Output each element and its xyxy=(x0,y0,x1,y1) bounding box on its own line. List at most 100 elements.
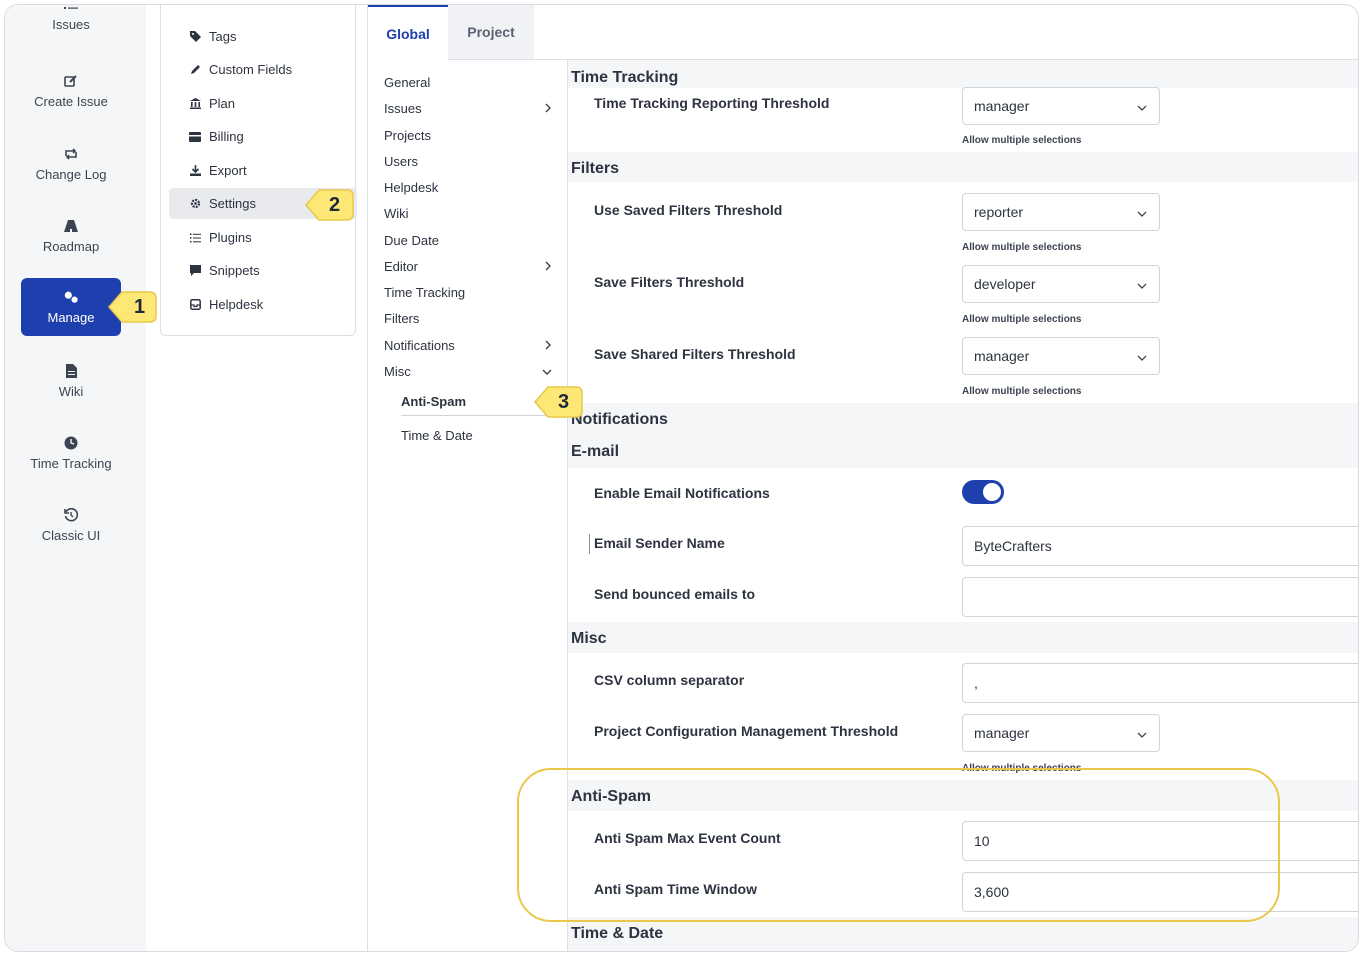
chevron-down-icon xyxy=(1137,98,1147,114)
list-icon xyxy=(189,232,201,244)
history-icon xyxy=(63,507,79,522)
settings-nav-due-date[interactable]: Due Date xyxy=(384,227,552,253)
nav-roadmap[interactable]: Roadmap xyxy=(21,207,121,265)
select-value: reporter xyxy=(974,204,1024,220)
settings-nav-time-tracking[interactable]: Time Tracking xyxy=(384,279,552,305)
settings-nav-wiki[interactable]: Wiki xyxy=(384,200,552,226)
settings-nav-general[interactable]: General xyxy=(384,69,552,95)
road-icon xyxy=(63,219,79,233)
chevron-right-icon xyxy=(544,101,552,116)
select-hint: Allow multiple selections xyxy=(962,135,1082,146)
field-label: Save Shared Filters Threshold xyxy=(594,346,796,362)
csv-separator-input[interactable]: , xyxy=(962,663,1358,703)
project-config-threshold-select[interactable]: manager xyxy=(962,714,1160,752)
settings-nav-helpdesk[interactable]: Helpdesk xyxy=(384,174,552,200)
settings-nav-editor[interactable]: Editor xyxy=(384,253,552,279)
submenu-label: Snippets xyxy=(209,263,260,278)
submenu-plan[interactable]: Plan xyxy=(169,88,325,119)
settings-nav-label: Anti-Spam xyxy=(401,393,466,409)
document-icon xyxy=(63,363,79,378)
nav-wiki[interactable]: Wiki xyxy=(21,352,121,410)
submenu-snippets[interactable]: Snippets xyxy=(169,255,325,286)
submenu-label: Custom Fields xyxy=(209,62,293,77)
active-item-underline xyxy=(401,415,551,416)
input-value: ByteCrafters xyxy=(974,538,1052,554)
submenu-tags[interactable]: Tags xyxy=(169,21,325,52)
submenu-label: Billing xyxy=(209,129,244,144)
submenu-label: Helpdesk xyxy=(209,297,264,312)
download-icon xyxy=(189,165,201,177)
text-cursor xyxy=(589,534,590,554)
settings-nav-users[interactable]: Users xyxy=(384,148,552,174)
tab-label: Project xyxy=(467,24,515,40)
chevron-down-icon xyxy=(542,364,552,379)
submenu-export[interactable]: Export xyxy=(169,155,325,186)
use-saved-filters-select[interactable]: reporter xyxy=(962,193,1160,231)
section-background xyxy=(568,60,1358,88)
settings-nav-label: Due Date xyxy=(384,232,439,248)
tab-project[interactable]: Project xyxy=(448,5,534,59)
settings-nav-time-date[interactable]: Time & Date xyxy=(401,422,552,448)
settings-nav-anti-spam[interactable]: Anti-Spam xyxy=(401,388,552,414)
section-title: Misc xyxy=(571,630,607,647)
callout-2: 2 xyxy=(305,188,355,222)
nav-label: Create Issue xyxy=(34,93,108,109)
settings-nav-projects[interactable]: Projects xyxy=(384,122,552,148)
nav-time-tracking[interactable]: Time Tracking xyxy=(21,424,121,482)
reporting-threshold-select[interactable]: manager xyxy=(962,87,1160,125)
field-label: Use Saved Filters Threshold xyxy=(594,202,783,218)
email-sender-name-input[interactable]: ByteCrafters xyxy=(962,526,1358,566)
nav-issues[interactable]: Issues xyxy=(21,5,121,43)
manage-submenu: Tags Custom Fields Plan Billing Export S… xyxy=(160,5,357,336)
edit-icon xyxy=(63,74,79,88)
left-nav: Issues Create Issue Change Log Roadmap M… xyxy=(5,5,146,951)
submenu-plugins[interactable]: Plugins xyxy=(169,222,325,253)
nav-change-log[interactable]: Change Log xyxy=(21,135,121,193)
submenu-label: Plan xyxy=(209,96,236,111)
callout-shape xyxy=(108,291,157,323)
nav-manage[interactable]: Manage xyxy=(21,278,121,336)
section-background xyxy=(568,152,1358,182)
submenu-helpdesk[interactable]: Helpdesk xyxy=(169,289,325,320)
nav-create-issue[interactable]: Create Issue xyxy=(21,62,121,120)
repeat-icon xyxy=(63,147,79,161)
callout-number: 2 xyxy=(329,194,341,216)
nav-label: Issues xyxy=(52,16,90,32)
field-label: Send bounced emails to xyxy=(594,586,756,602)
settings-nav-notifications[interactable]: Notifications xyxy=(384,332,552,358)
nav-label: Wiki xyxy=(58,383,84,399)
section-title: E-mail xyxy=(571,443,620,460)
tab-global[interactable]: Global xyxy=(368,5,448,61)
email-notifications-toggle[interactable] xyxy=(962,480,1004,504)
callout-number: 3 xyxy=(558,391,570,413)
settings-nav-issues[interactable]: Issues xyxy=(384,95,552,121)
save-shared-filters-select[interactable]: manager xyxy=(962,337,1160,375)
pencil-icon xyxy=(189,64,201,76)
submenu-label: Tags xyxy=(209,29,237,44)
submenu-label: Settings xyxy=(209,196,256,211)
select-hint: Allow multiple selections xyxy=(962,314,1082,325)
bank-icon xyxy=(189,98,201,110)
inbox-icon xyxy=(189,299,201,311)
submenu-custom-fields[interactable]: Custom Fields xyxy=(169,54,325,85)
toggle-knob xyxy=(983,483,1001,501)
section-background xyxy=(568,917,1358,951)
select-hint: Allow multiple selections xyxy=(962,386,1082,397)
chevron-down-icon xyxy=(1137,348,1147,364)
nav-classic-ui[interactable]: Classic UI xyxy=(21,496,121,554)
settings-nav-misc[interactable]: Misc xyxy=(384,358,552,384)
select-value: manager xyxy=(974,725,1030,741)
bounced-emails-input[interactable] xyxy=(962,577,1358,617)
settings-nav-filters[interactable]: Filters xyxy=(384,305,552,331)
field-label: CSV column separator xyxy=(594,672,745,688)
settings-nav-label: Projects xyxy=(384,127,431,143)
settings-nav-label: Misc xyxy=(384,363,411,379)
section-background xyxy=(568,403,1358,468)
section-background xyxy=(568,622,1358,653)
select-hint: Allow multiple selections xyxy=(962,242,1082,253)
field-label: Save Filters Threshold xyxy=(594,274,745,290)
save-filters-select[interactable]: developer xyxy=(962,265,1160,303)
section-title: Time & Date xyxy=(571,925,664,942)
submenu-label: Plugins xyxy=(209,230,252,245)
submenu-billing[interactable]: Billing xyxy=(169,121,325,152)
